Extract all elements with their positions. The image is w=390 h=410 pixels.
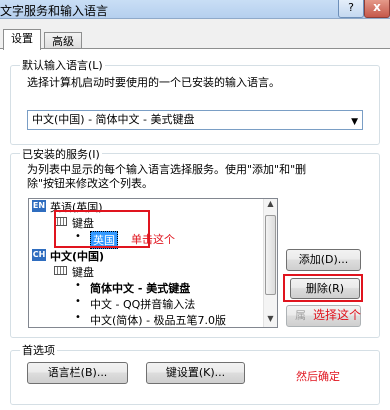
chinese-flag-icon: CH <box>32 249 46 261</box>
highlight-box-remove <box>283 274 363 302</box>
close-button[interactable]: x <box>364 0 390 18</box>
default-language-value: 中文(中国) - 简体中文 - 美式键盘 <box>32 113 195 126</box>
bullet-icon: • <box>75 280 81 291</box>
title-bar: 文字服务和输入语言 ? x <box>0 0 390 19</box>
tree-scrollbar[interactable]: ▲ ▼ <box>263 199 277 327</box>
default-language-select[interactable]: 中文(中国) - 简体中文 - 美式键盘 ▼ <box>27 110 363 130</box>
add-button[interactable]: 添加(D)... <box>286 249 361 271</box>
scroll-thumb[interactable] <box>265 215 276 295</box>
scroll-up-icon[interactable]: ▲ <box>264 199 277 211</box>
english-flag-icon: EN <box>32 200 46 212</box>
annotation-select-this: 选择这个 <box>313 308 362 322</box>
window-title: 文字服务和输入语言 <box>0 4 109 18</box>
tree-node-qq-pinyin[interactable]: 中文 - QQ拼音输入法 <box>90 296 195 312</box>
language-bar-button[interactable]: 语言栏(B)... <box>27 362 128 384</box>
annotation-then-ok: 然后确定 <box>296 370 340 383</box>
tree-node-chinese[interactable]: 中文(中国) <box>50 248 104 264</box>
installed-services-label: 已安装的服务(I) <box>20 146 102 162</box>
tree-node-wubi[interactable]: 中文(简体) - 极品五笔7.0版 <box>90 312 226 328</box>
default-language-label: 默认输入语言(L) <box>20 57 105 73</box>
bullet-icon: • <box>75 312 81 323</box>
preferences-label: 首选项 <box>20 342 57 358</box>
keyboard-icon <box>54 266 67 275</box>
tree-node-us-keyboard[interactable]: 简体中文 - 美式键盘 <box>90 280 190 296</box>
help-button[interactable]: ? <box>338 0 364 18</box>
tree-node-keyboard-zh[interactable]: 键盘 <box>72 264 94 280</box>
tab-settings[interactable]: 设置 <box>3 29 41 50</box>
key-settings-button[interactable]: 键设置(K)... <box>146 362 245 384</box>
services-description-line2: 除"按钮来修改这个列表。 <box>27 177 154 190</box>
dropdown-arrow-icon: ▼ <box>351 117 358 127</box>
scroll-down-icon[interactable]: ▼ <box>264 314 277 326</box>
annotation-click-this: 单击这个 <box>131 233 175 246</box>
bullet-icon: • <box>75 296 81 307</box>
default-language-description: 选择计算机启动时要使用的一个已安装的输入语言。 <box>27 76 280 89</box>
